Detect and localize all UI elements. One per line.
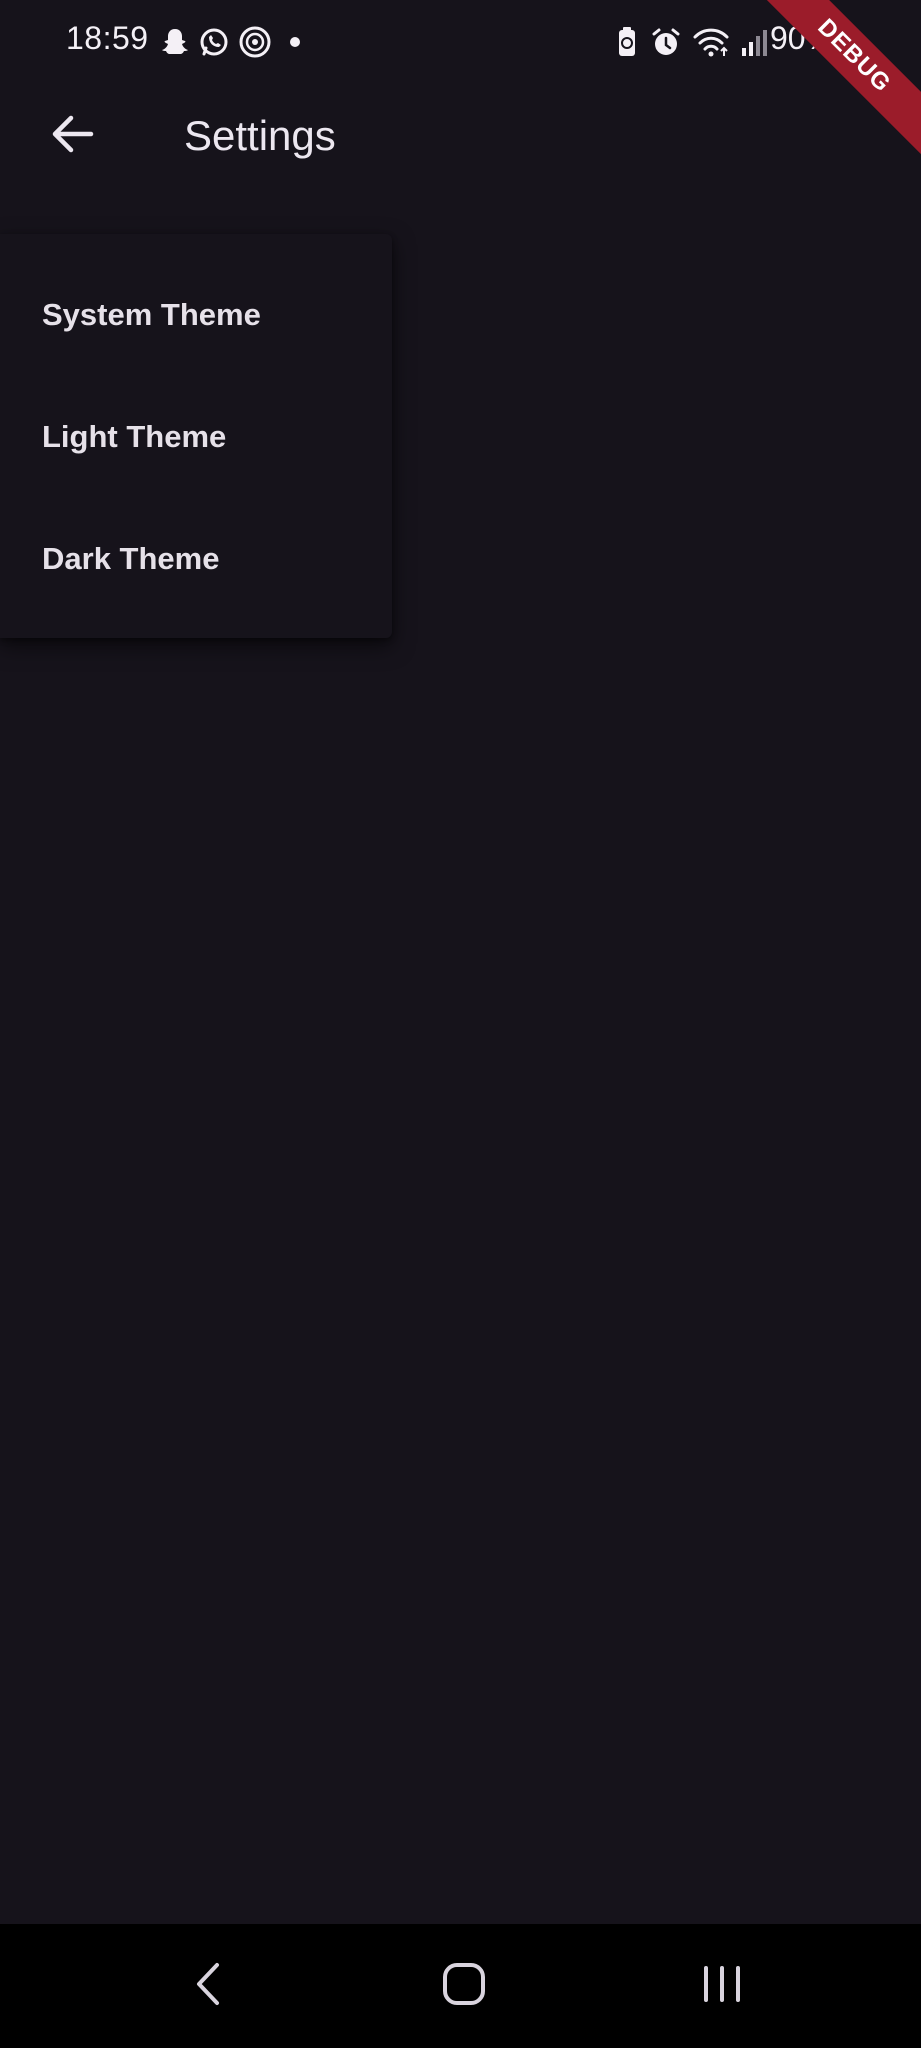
signal-icon (740, 26, 770, 58)
whatsapp-icon (198, 26, 230, 58)
home-nav-icon (442, 1962, 486, 2011)
settings-screen: 18:59 90% DEBUG Settings System Theme Li… (0, 0, 921, 2048)
theme-menu: System Theme Light Theme Dark Theme (0, 234, 392, 638)
wifi-icon (692, 26, 730, 58)
nav-home-button[interactable] (404, 1944, 524, 2028)
page-title: Settings (184, 112, 336, 159)
navigation-bar (0, 1924, 921, 2048)
menu-item-dark-theme[interactable]: Dark Theme (0, 498, 392, 620)
nav-recents-button[interactable] (662, 1944, 782, 2028)
status-time: 18:59 (66, 20, 149, 56)
menu-item-label: Light Theme (42, 419, 227, 454)
snapchat-icon (160, 26, 190, 58)
back-button[interactable] (28, 98, 116, 174)
battery-saver-icon (614, 26, 640, 58)
dot-icon (280, 27, 310, 57)
recents-nav-icon (700, 1964, 744, 2009)
menu-item-label: Dark Theme (42, 541, 220, 576)
arrow-back-icon (49, 114, 95, 159)
threads-icon (238, 25, 272, 59)
menu-item-label: System Theme (42, 297, 261, 332)
menu-item-system-theme[interactable]: System Theme (0, 254, 392, 376)
back-nav-icon (193, 1961, 223, 2012)
notification-icons (160, 24, 310, 60)
menu-item-light-theme[interactable]: Light Theme (0, 376, 392, 498)
nav-back-button[interactable] (148, 1944, 268, 2028)
app-bar: Settings (0, 84, 921, 188)
battery-percent: 90% (770, 20, 835, 56)
status-bar: 18:59 90% (0, 0, 921, 84)
alarm-icon (650, 26, 682, 58)
system-icons (614, 24, 770, 60)
